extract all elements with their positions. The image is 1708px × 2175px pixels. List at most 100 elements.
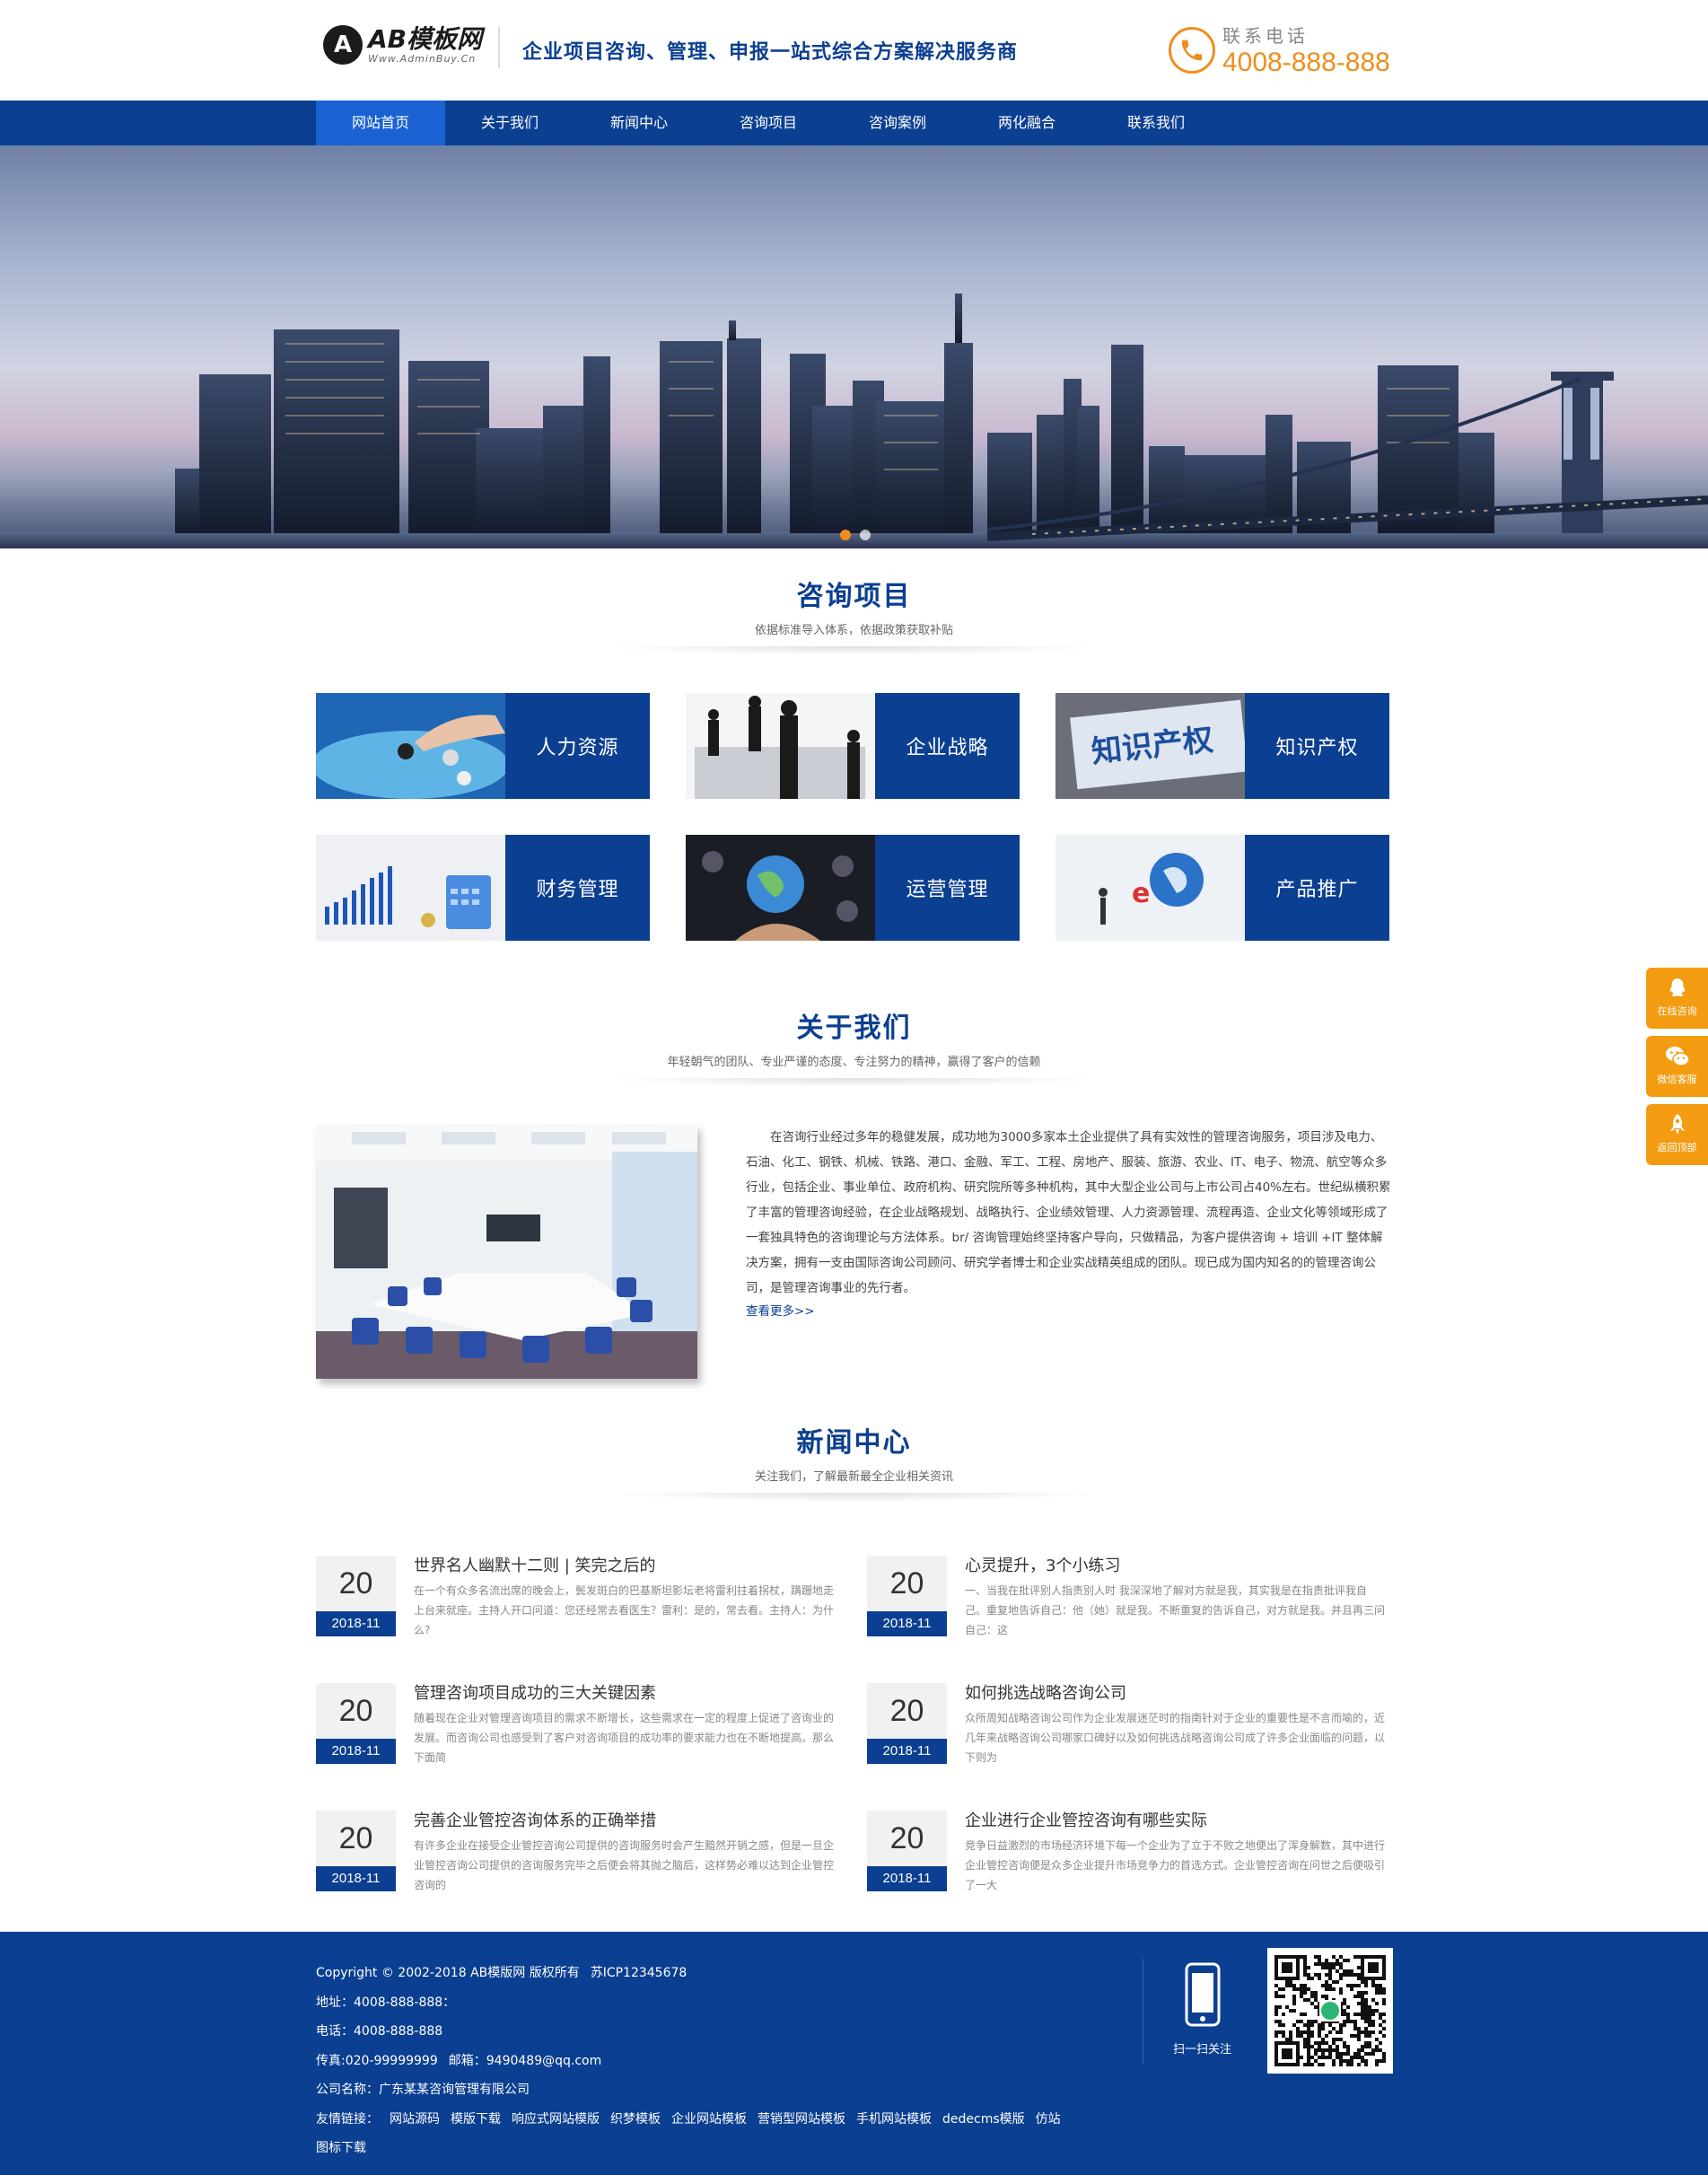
banner-pager bbox=[840, 530, 871, 540]
header-phone: 联系电话 4008-888-888 bbox=[1169, 22, 1390, 78]
footer-link[interactable]: 手机网站模板 bbox=[856, 2105, 932, 2135]
footer-email: 邮箱：9490489@qq.com bbox=[448, 2053, 602, 2068]
footer-link[interactable]: 响应式网站模版 bbox=[512, 2105, 600, 2135]
service-label: 财务管理 bbox=[505, 835, 650, 941]
footer-link[interactable]: 模版下载 bbox=[451, 2105, 501, 2135]
footer-mobile: 扫一扫关注 bbox=[1173, 1962, 1231, 2057]
service-label: 知识产权 bbox=[1245, 693, 1389, 799]
news-item[interactable]: 20 2018-11 管理咨询项目成功的三大关键因素 随着现在企业对管理咨询项目的需求… bbox=[316, 1683, 836, 1778]
section-divider bbox=[602, 646, 1106, 655]
news-month: 2018-11 bbox=[867, 1739, 947, 1764]
footer-copyright: Copyright © 2002-2018 AB模版网 版权所有 bbox=[316, 1966, 580, 1980]
site-logo[interactable]: A AB模板网 Www.AdminBuy.Cn bbox=[323, 25, 482, 65]
wechat-service-button[interactable]: 微信客服 bbox=[1646, 1036, 1708, 1097]
about-text: 在咨询行业经过多年的稳健发展，成功地为3000多家本土企业提供了具有实效性的管理… bbox=[746, 1130, 1391, 1295]
footer-link[interactable]: dedecms模版 bbox=[942, 2105, 1025, 2135]
footer-link[interactable]: 仿站 bbox=[1036, 2105, 1061, 2135]
footer-icp[interactable]: 苏ICP12345678 bbox=[591, 1959, 688, 1988]
site-footer: Copyright © 2002-2018 AB模版网 版权所有 苏ICP123… bbox=[0, 1932, 1708, 2175]
nav-item[interactable]: 关于我们 bbox=[445, 101, 574, 145]
news-excerpt: 一、当我在批评别人指责别人时 我深深地了解对方就是我，其实我是在指责批评我自己。… bbox=[965, 1584, 1386, 1636]
service-card-finance[interactable]: 财务管理 bbox=[316, 835, 650, 941]
news-title[interactable]: 心灵提升，3个小练习 bbox=[965, 1556, 1388, 1577]
news-item[interactable]: 20 2018-11 世界名人幽默十二则 | 笑完之后的 在一个有众多名流出席的晚会上… bbox=[316, 1556, 836, 1651]
footer-link[interactable]: 织梦模板 bbox=[610, 2105, 661, 2135]
section-divider bbox=[602, 1493, 1106, 1502]
news-excerpt: 在一个有众多名流出席的晚会上，鬓发斑白的巴基斯坦影坛老将雷利拄着拐杖，蹒跚地走上… bbox=[414, 1584, 835, 1636]
phone-icon bbox=[1169, 26, 1215, 74]
back-to-top-button[interactable]: 返回顶部 bbox=[1646, 1104, 1708, 1165]
section-title: 咨询项目 bbox=[796, 581, 912, 612]
float-label: 在线咨询 bbox=[1657, 1005, 1697, 1017]
news-item[interactable]: 20 2018-11 完善企业管控咨询体系的正确举措 有许多企业在接受企业管控咨询公司… bbox=[316, 1811, 836, 1906]
news-date: 20 2018-11 bbox=[316, 1811, 396, 1906]
footer-company: 公司名称：广东某某咨询管理有限公司 bbox=[316, 2083, 530, 2097]
footer-link[interactable]: 网站源码 bbox=[390, 2105, 440, 2135]
hero-banner bbox=[0, 145, 1708, 548]
news-date: 20 2018-11 bbox=[316, 1683, 396, 1778]
news-month: 2018-11 bbox=[316, 1866, 396, 1891]
news-item[interactable]: 20 2018-11 心灵提升，3个小练习一、当我在批评别人指责别人时 我深深地了解… bbox=[867, 1556, 1388, 1651]
banner-dot[interactable] bbox=[860, 530, 871, 540]
news-day: 20 bbox=[316, 1556, 396, 1611]
news-excerpt: 竞争日益激烈的市场经济环境下每一个企业为了立于不败之地便出了浑身解数，其中进行企… bbox=[965, 1839, 1386, 1891]
wechat-icon bbox=[1665, 1047, 1690, 1066]
news-item[interactable]: 20 2018-11 如何挑选战略咨询公司众所周知战略咨询公司作为企业发展迷茫时的指… bbox=[867, 1683, 1388, 1778]
service-card-hr[interactable]: 人力资源 bbox=[316, 693, 650, 799]
section-subtitle: 关注我们，了解最新最全企业相关资讯 bbox=[754, 1470, 953, 1484]
qr-code-image bbox=[1267, 1948, 1393, 2074]
news-title[interactable]: 完善企业管控咨询体系的正确举措 bbox=[414, 1811, 836, 1832]
news-day: 20 bbox=[867, 1556, 947, 1611]
footer-link[interactable]: 营销型网站模板 bbox=[758, 2105, 845, 2135]
news-month: 2018-11 bbox=[867, 1866, 947, 1891]
news-day: 20 bbox=[316, 1683, 396, 1739]
news-date: 20 2018-11 bbox=[867, 1683, 947, 1778]
svg-text:e: e bbox=[1132, 878, 1150, 909]
float-label: 微信客服 bbox=[1657, 1074, 1697, 1085]
nav-item[interactable]: 咨询案例 bbox=[833, 101, 962, 145]
service-card-ip[interactable]: 知识产权 知识产权 bbox=[1055, 693, 1389, 799]
service-label: 运营管理 bbox=[875, 835, 1020, 941]
news-day: 20 bbox=[867, 1683, 947, 1739]
nav-item[interactable]: 咨询项目 bbox=[704, 101, 833, 145]
footer-link[interactable]: 图标下载 bbox=[316, 2134, 366, 2163]
section-subtitle: 依据标准导入体系，依据政策获取补贴 bbox=[754, 624, 953, 637]
service-card-promotion[interactable]: e 产品推广 bbox=[1055, 835, 1389, 941]
about-section: 关于我们 年轻朝气的团队、专业严谨的态度、专注努力的精神，赢得了客户的信赖 在咨… bbox=[316, 1005, 1392, 1379]
nav-item[interactable]: 两化融合 bbox=[962, 101, 1091, 145]
news-excerpt: 众所周知战略咨询公司作为企业发展迷茫时的指南针对于企业的重要性是不言而喻的，近几… bbox=[965, 1712, 1386, 1764]
service-card-operations[interactable]: 运营管理 bbox=[686, 835, 1020, 941]
service-image-finance bbox=[316, 835, 505, 941]
mobile-phone-icon bbox=[1185, 1962, 1220, 2027]
footer-fax: 传真:020-99999999 bbox=[316, 2053, 438, 2068]
city-skyline-illustration bbox=[0, 294, 1708, 548]
section-title: 关于我们 bbox=[796, 1013, 912, 1044]
news-title[interactable]: 企业进行企业管控咨询有哪些实际 bbox=[965, 1811, 1388, 1832]
news-section: 新闻中心 关注我们，了解最新最全企业相关资讯 20 2018-11 世界名人幽默十二… bbox=[316, 1420, 1392, 1906]
rocket-icon bbox=[1669, 1114, 1685, 1135]
service-card-strategy[interactable]: 企业战略 bbox=[686, 693, 1020, 799]
online-consult-button[interactable]: 在线咨询 bbox=[1646, 968, 1708, 1029]
news-title[interactable]: 世界名人幽默十二则 | 笑完之后的 bbox=[414, 1556, 836, 1577]
footer-link[interactable]: 企业网站模板 bbox=[671, 2105, 747, 2135]
news-title[interactable]: 如何挑选战略咨询公司 bbox=[965, 1683, 1388, 1705]
service-image-promotion: e bbox=[1055, 835, 1245, 941]
footer-mobile-label: 扫一扫关注 bbox=[1173, 2043, 1232, 2057]
nav-item[interactable]: 联系我们 bbox=[1091, 101, 1221, 145]
banner-dot[interactable] bbox=[840, 530, 851, 540]
nav-item[interactable]: 新闻中心 bbox=[574, 101, 704, 145]
logo-mark: A bbox=[323, 25, 363, 65]
services-section: 咨询项目 依据标准导入体系，依据政策获取补贴 人力资源 企业战略 知识产权 知识… bbox=[316, 574, 1392, 941]
news-month: 2018-11 bbox=[867, 1611, 947, 1636]
news-day: 20 bbox=[867, 1811, 947, 1866]
news-item[interactable]: 20 2018-11 企业进行企业管控咨询有哪些实际竞争日益激烈的市场经济环境下每一… bbox=[867, 1811, 1388, 1906]
main-nav: 网站首页 关于我们 新闻中心 咨询项目 咨询案例 两化融合 联系我们 bbox=[0, 101, 1708, 145]
news-day: 20 bbox=[316, 1811, 396, 1866]
news-date: 20 2018-11 bbox=[867, 1811, 947, 1906]
news-title[interactable]: 管理咨询项目成功的三大关键因素 bbox=[414, 1683, 836, 1705]
news-month: 2018-11 bbox=[316, 1739, 396, 1764]
about-more-link[interactable]: 查看更多>> bbox=[746, 1301, 1392, 1319]
nav-item[interactable]: 网站首页 bbox=[316, 101, 445, 145]
section-divider bbox=[602, 1078, 1106, 1087]
qq-icon bbox=[1669, 978, 1685, 996]
